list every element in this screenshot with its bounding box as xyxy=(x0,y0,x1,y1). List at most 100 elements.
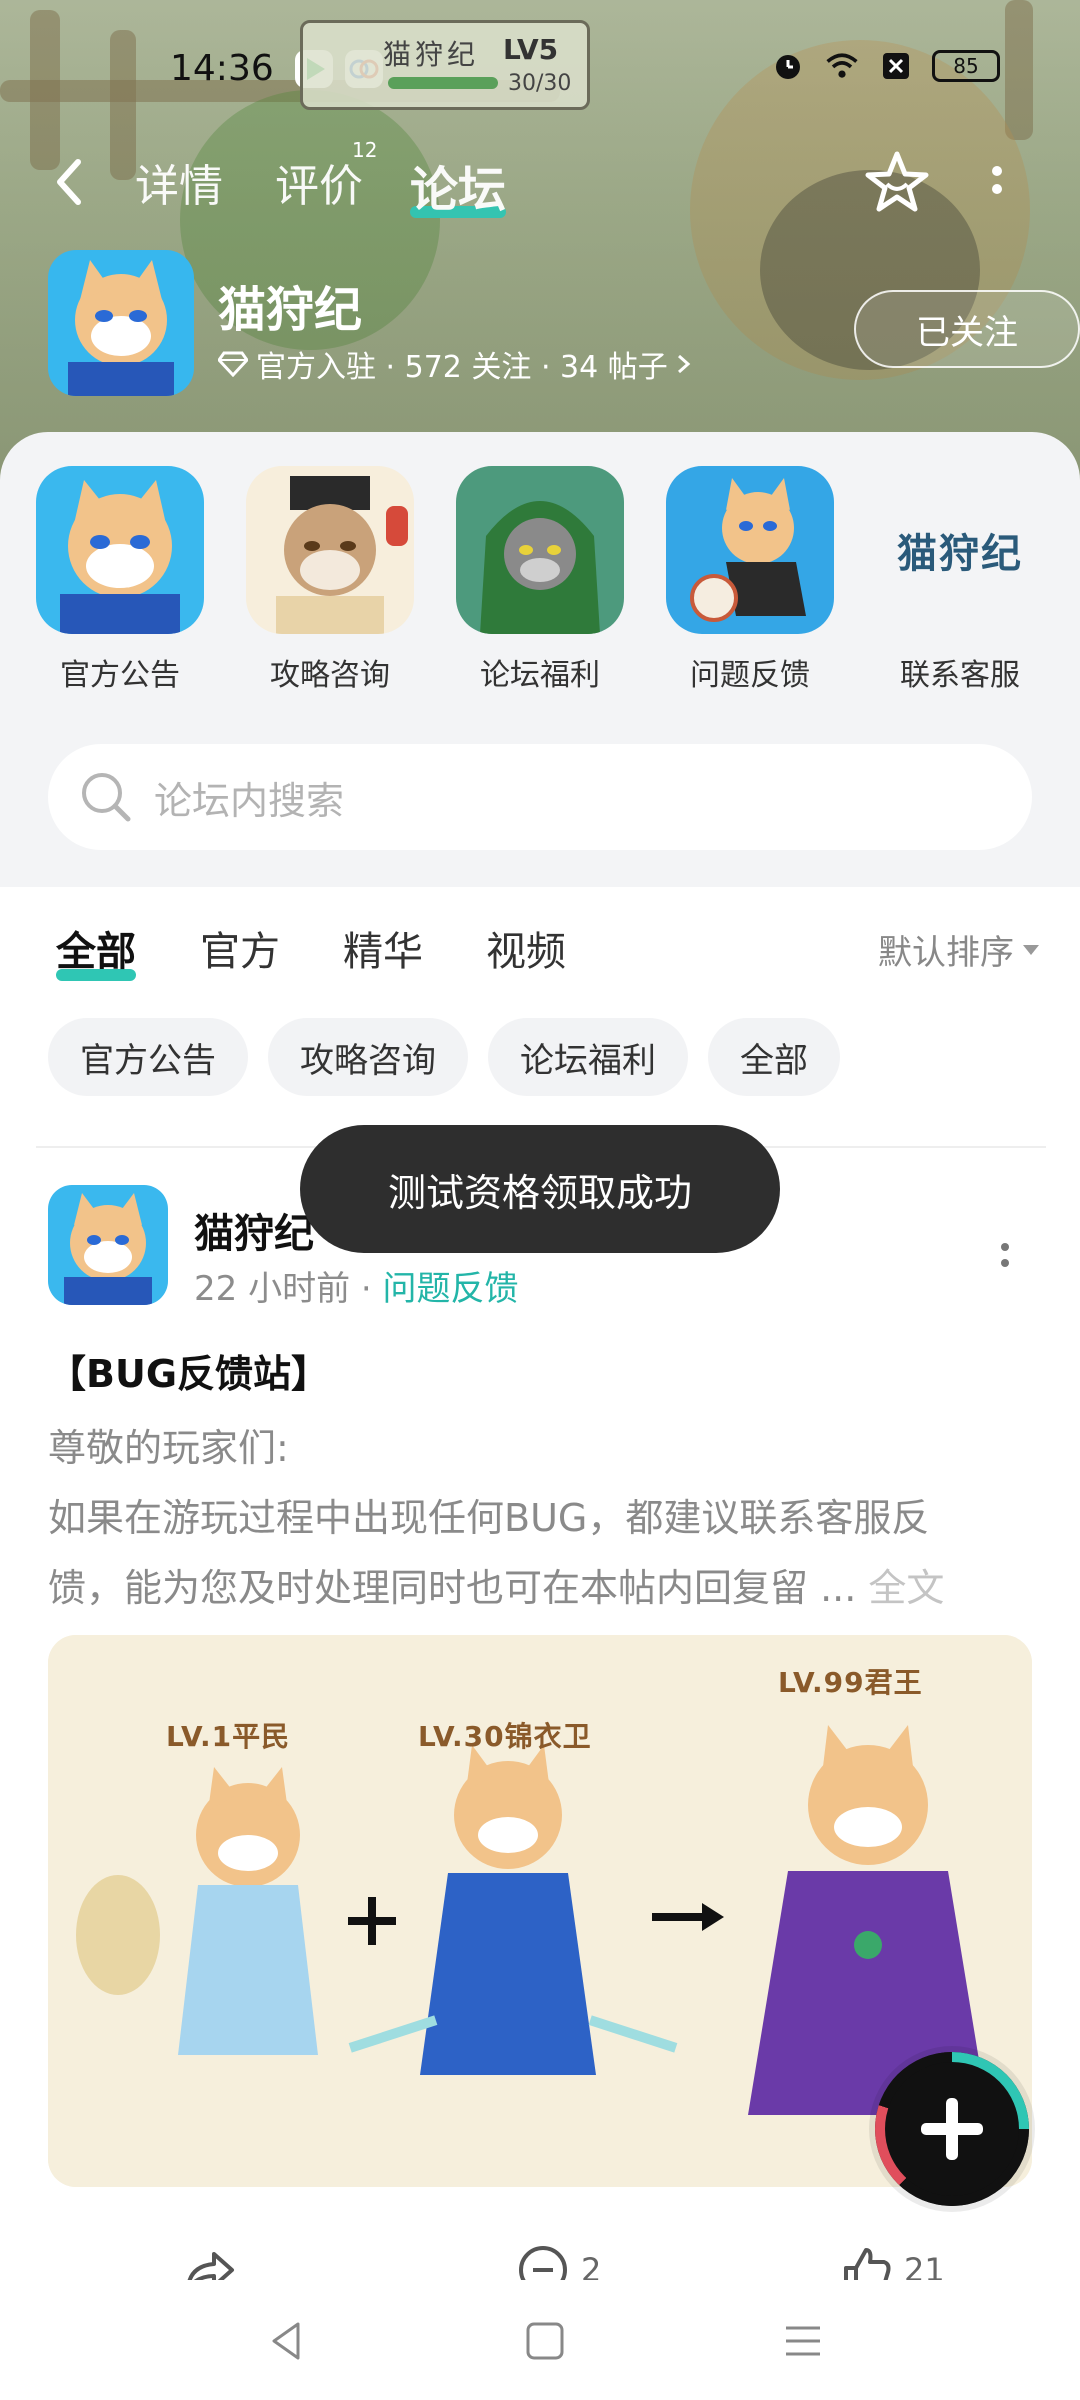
more-button[interactable] xyxy=(990,162,1004,206)
quick-link-label: 论坛福利 xyxy=(480,658,600,693)
game-meta[interactable]: 官方入驻 · 572 关注 · 34 帖子 xyxy=(218,342,692,386)
favorite-button[interactable] xyxy=(862,148,932,218)
quick-link-label: 攻略咨询 xyxy=(270,658,390,693)
top-navigation: 详情 评价 12 论坛 xyxy=(0,138,1080,230)
sort-label: 默认排序 xyxy=(878,933,1014,973)
status-time: 14:36 xyxy=(170,48,274,89)
diamond-icon xyxy=(218,351,248,377)
status-bar: 14:36 猫狩纪 LV5 30/30 85 xyxy=(0,20,1080,110)
post-title[interactable]: 【BUG反馈站】 xyxy=(48,1343,329,1398)
cat-fighter-icon xyxy=(666,466,834,634)
feed-tab-official[interactable]: 官方 xyxy=(200,919,280,977)
game-title: 猫狩纪 xyxy=(218,282,363,338)
avatar[interactable] xyxy=(48,1185,168,1305)
reviews-count: 12 xyxy=(352,138,378,162)
no-sim-icon xyxy=(878,48,914,84)
badge-title: 猫狩纪 xyxy=(383,38,480,71)
feed-tab-label: 全部 xyxy=(56,929,136,975)
category-chips: 官方公告 攻略咨询 论坛福利 全部 xyxy=(48,1018,840,1096)
caret-down-icon xyxy=(1023,944,1039,955)
post-actions: 2 21 xyxy=(0,2240,1080,2280)
chevron-left-icon xyxy=(57,159,81,205)
badge-level: LV5 xyxy=(503,33,559,66)
quick-link-welfare[interactable]: 论坛福利 xyxy=(456,466,624,694)
post-separator: · xyxy=(360,1269,372,1309)
comment-button[interactable]: 2 xyxy=(515,2242,601,2280)
thumbs-up-icon xyxy=(844,2248,891,2280)
search-placeholder: 论坛内搜索 xyxy=(154,778,345,823)
cat-minister-icon xyxy=(246,466,414,634)
feed-tabs: 全部 官方 精华 视频 默认排序 xyxy=(0,905,1080,995)
quick-link-guides[interactable]: 攻略咨询 xyxy=(246,466,414,694)
quick-link-label: 联系客服 xyxy=(900,658,1020,693)
chevron-right-icon xyxy=(677,354,690,374)
quick-link-feedback[interactable]: 问题反馈 xyxy=(666,466,834,694)
comment-icon xyxy=(519,2246,567,2280)
banner-label-lv30: LV.30锦衣卫 xyxy=(418,1720,592,1753)
create-post-button[interactable] xyxy=(875,2052,1029,2206)
full-text-link[interactable]: 全文 xyxy=(868,1566,944,1610)
post-subline: 22 小时前 · 问题反馈 xyxy=(194,1261,519,1310)
chip-guides[interactable]: 攻略咨询 xyxy=(268,1018,468,1096)
feed-tab-all[interactable]: 全部 xyxy=(56,919,136,981)
star-icon xyxy=(865,151,929,212)
forum-quick-panel: 官方公告 攻略咨询 论坛福利 问题反馈 猫狩纪 联系客服 论坛内搜索 xyxy=(0,432,1080,887)
quick-link-announcements[interactable]: 官方公告 xyxy=(36,466,204,694)
back-nav-button[interactable] xyxy=(262,2316,312,2366)
wifi-icon xyxy=(824,48,860,84)
toast-message: 测试资格领取成功 xyxy=(300,1125,780,1253)
follow-button[interactable]: 已关注 xyxy=(854,290,1080,368)
tab-forum[interactable]: 论坛 xyxy=(410,150,507,220)
cat-green-hood-icon xyxy=(456,466,624,634)
home-nav-button[interactable] xyxy=(520,2316,570,2366)
quick-link-label: 官方公告 xyxy=(60,658,180,693)
post-category[interactable]: 问题反馈 xyxy=(383,1269,519,1309)
banner-label-lv1: LV.1平民 xyxy=(166,1720,291,1753)
forum-search-input[interactable]: 论坛内搜索 xyxy=(48,744,1032,850)
post-more-button[interactable] xyxy=(998,1239,1012,1279)
alarm-icon xyxy=(770,48,806,84)
brand-logo: 猫狩纪 xyxy=(876,466,1044,634)
chip-all[interactable]: 全部 xyxy=(708,1018,840,1096)
back-button[interactable] xyxy=(50,152,90,222)
badge-progress-text: 30/30 xyxy=(508,71,572,96)
post-body-line: 如果在游玩过程中出现任何BUG，都建议联系客服反 xyxy=(48,1496,930,1540)
game-level-badge: 猫狩纪 LV5 30/30 xyxy=(300,20,590,110)
game-info: 猫狩纪 官方入驻 · 572 关注 · 34 帖子 已关注 xyxy=(48,250,1080,400)
like-count: 21 xyxy=(904,2251,945,2280)
game-logo[interactable] xyxy=(48,250,194,396)
banner-label-lv99: LV.99君王 xyxy=(778,1666,923,1699)
triangle-back-icon xyxy=(272,2322,300,2360)
sort-dropdown[interactable]: 默认排序 xyxy=(878,925,1040,974)
chip-announcements[interactable]: 官方公告 xyxy=(48,1018,248,1096)
quick-link-customer-service[interactable]: 猫狩纪 联系客服 xyxy=(876,466,1044,694)
feed-tab-featured[interactable]: 精华 xyxy=(343,919,423,977)
game-meta-text: 官方入驻 · 572 关注 · 34 帖子 xyxy=(256,350,668,385)
comment-count: 2 xyxy=(581,2251,602,2280)
tab-details[interactable]: 详情 xyxy=(135,150,223,214)
like-button[interactable]: 21 xyxy=(838,2242,945,2280)
post-body-line: 尊敬的玩家们: xyxy=(48,1426,289,1470)
chip-welfare[interactable]: 论坛福利 xyxy=(488,1018,688,1096)
share-icon xyxy=(187,2252,234,2280)
feed-tab-video[interactable]: 视频 xyxy=(486,919,566,977)
post-author[interactable]: 猫狩纪 xyxy=(194,1201,314,1259)
tab-forum-label: 论坛 xyxy=(410,162,507,218)
post-time: 22 小时前 xyxy=(194,1269,351,1309)
menu-icon xyxy=(786,2326,820,2356)
tab-reviews[interactable]: 评价 xyxy=(275,150,363,214)
post-body-text: 馈，能为您及时处理同时也可在本帖内回复留 ... xyxy=(48,1566,857,1610)
square-home-icon xyxy=(526,2322,564,2360)
system-navigation-bar xyxy=(0,2280,1080,2400)
post-body[interactable]: 尊敬的玩家们: 如果在游玩过程中出现任何BUG，都建议联系客服反 馈，能为您及时… xyxy=(48,1413,1032,1623)
post-body-line: 馈，能为您及时处理同时也可在本帖内回复留 ... 全文 xyxy=(48,1553,1032,1623)
share-button[interactable] xyxy=(180,2242,246,2280)
quick-link-label: 问题反馈 xyxy=(690,658,810,693)
game-hero-banner: 14:36 猫狩纪 LV5 30/30 85 详情 评价 12 论坛 猫狩纪 官… xyxy=(0,0,1080,500)
menu-nav-button[interactable] xyxy=(778,2316,828,2366)
search-icon xyxy=(82,773,131,822)
brand-logo-text: 猫狩纪 xyxy=(897,531,1023,577)
plus-icon xyxy=(921,2098,983,2160)
system-icons: 85 xyxy=(770,48,1000,84)
battery-icon: 85 xyxy=(932,50,1000,82)
